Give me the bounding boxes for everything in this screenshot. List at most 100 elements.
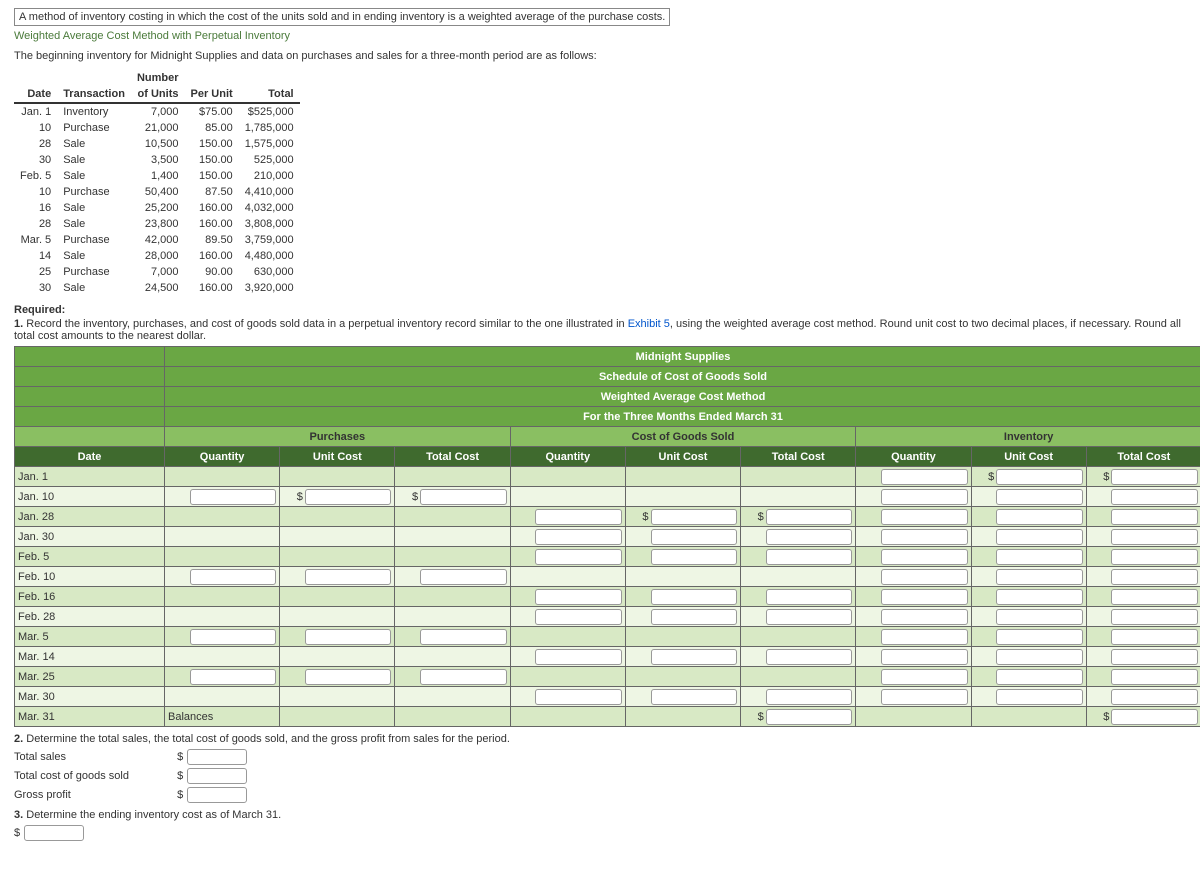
sched-cell	[395, 647, 510, 667]
sched-cell	[280, 667, 395, 687]
sched-input[interactable]	[996, 569, 1083, 585]
sched-cell: $	[1086, 467, 1200, 487]
sched-input[interactable]	[1111, 469, 1198, 485]
sched-input[interactable]	[1111, 649, 1198, 665]
sched-input[interactable]	[766, 649, 853, 665]
gross-profit-input[interactable]	[187, 787, 247, 803]
sched-input[interactable]	[996, 589, 1083, 605]
sched-input[interactable]	[881, 669, 968, 685]
cell-units: 10,500	[131, 136, 185, 152]
section-title: Weighted Average Cost Method with Perpet…	[14, 30, 1192, 42]
sched-input[interactable]	[881, 469, 968, 485]
sched-input[interactable]	[190, 569, 277, 585]
sched-cell	[280, 707, 395, 727]
sched-cell	[741, 687, 856, 707]
sched-input[interactable]	[766, 709, 853, 725]
sched-input[interactable]	[305, 669, 392, 685]
sched-input[interactable]	[651, 509, 738, 525]
sched-input[interactable]	[881, 569, 968, 585]
sched-input[interactable]	[190, 489, 277, 505]
sched-input[interactable]	[996, 609, 1083, 625]
sched-input[interactable]	[996, 509, 1083, 525]
cell-per-unit: 150.00	[185, 152, 239, 168]
sched-input[interactable]	[881, 509, 968, 525]
sched-input[interactable]	[305, 569, 392, 585]
sched-input[interactable]	[651, 689, 738, 705]
total-sales-input[interactable]	[187, 749, 247, 765]
sched-input[interactable]	[535, 509, 622, 525]
cell-total: 4,480,000	[239, 248, 300, 264]
sched-input[interactable]	[305, 629, 392, 645]
exhibit-link[interactable]: Exhibit 5	[628, 318, 670, 330]
sched-input[interactable]	[1111, 669, 1198, 685]
sched-cell	[741, 567, 856, 587]
sched-input[interactable]	[651, 589, 738, 605]
sched-input[interactable]	[881, 629, 968, 645]
sched-input[interactable]	[1111, 709, 1198, 725]
sched-date-cell: Jan. 30	[15, 527, 165, 547]
table-row: 28Sale23,800160.003,808,000	[14, 216, 300, 232]
sched-cell	[395, 547, 510, 567]
sched-input[interactable]	[1111, 489, 1198, 505]
sched-input[interactable]	[881, 529, 968, 545]
sched-input[interactable]	[766, 529, 853, 545]
sched-input[interactable]	[1111, 629, 1198, 645]
sched-input[interactable]	[1111, 509, 1198, 525]
sched-input[interactable]	[651, 609, 738, 625]
sched-input[interactable]	[881, 609, 968, 625]
sched-input[interactable]	[881, 489, 968, 505]
sched-input[interactable]	[766, 549, 853, 565]
sched-input[interactable]	[651, 549, 738, 565]
ending-inventory-input[interactable]	[24, 825, 84, 841]
col-c-uc: Unit Cost	[625, 447, 740, 467]
sched-input[interactable]	[420, 569, 507, 585]
sched-input[interactable]	[1111, 609, 1198, 625]
sched-input[interactable]	[190, 629, 277, 645]
sched-input[interactable]	[996, 669, 1083, 685]
sched-input[interactable]	[996, 529, 1083, 545]
sched-input[interactable]	[881, 589, 968, 605]
sched-input[interactable]	[1111, 529, 1198, 545]
sched-input[interactable]	[535, 609, 622, 625]
sched-input[interactable]	[651, 649, 738, 665]
cell-date: Feb. 5	[14, 168, 57, 184]
sched-input[interactable]	[996, 469, 1083, 485]
sched-input[interactable]	[881, 549, 968, 565]
sched-input[interactable]	[996, 549, 1083, 565]
sched-input[interactable]	[1111, 589, 1198, 605]
sched-input[interactable]	[420, 489, 507, 505]
sched-input[interactable]	[996, 629, 1083, 645]
sched-input[interactable]	[190, 669, 277, 685]
sched-input[interactable]	[305, 489, 392, 505]
sched-input[interactable]	[535, 649, 622, 665]
sched-input[interactable]	[766, 609, 853, 625]
sched-input[interactable]	[766, 589, 853, 605]
sched-input[interactable]	[766, 509, 853, 525]
sched-input[interactable]	[996, 689, 1083, 705]
sched-input[interactable]	[535, 689, 622, 705]
sched-input[interactable]	[766, 689, 853, 705]
sched-input[interactable]	[996, 489, 1083, 505]
cell-date: Jan. 1	[14, 103, 57, 120]
sched-cell	[1086, 587, 1200, 607]
req2-num: 2.	[14, 733, 23, 745]
sched-input[interactable]	[881, 649, 968, 665]
th-date: Date	[14, 70, 57, 103]
sched-input[interactable]	[1111, 689, 1198, 705]
sched-input[interactable]	[535, 529, 622, 545]
sched-input[interactable]	[535, 549, 622, 565]
sched-input[interactable]	[1111, 549, 1198, 565]
sched-input[interactable]	[651, 529, 738, 545]
sched-input[interactable]	[1111, 569, 1198, 585]
sched-cell	[510, 707, 625, 727]
sched-input[interactable]	[535, 589, 622, 605]
total-cogs-input[interactable]	[187, 768, 247, 784]
cell-units: 25,200	[131, 200, 185, 216]
sched-input[interactable]	[881, 689, 968, 705]
requirement-3: 3. Determine the ending inventory cost a…	[14, 809, 1192, 821]
sched-input[interactable]	[996, 649, 1083, 665]
table-row: Mar. 5Purchase42,00089.503,759,000	[14, 232, 300, 248]
sched-cell	[280, 467, 395, 487]
sched-input[interactable]	[420, 669, 507, 685]
sched-input[interactable]	[420, 629, 507, 645]
